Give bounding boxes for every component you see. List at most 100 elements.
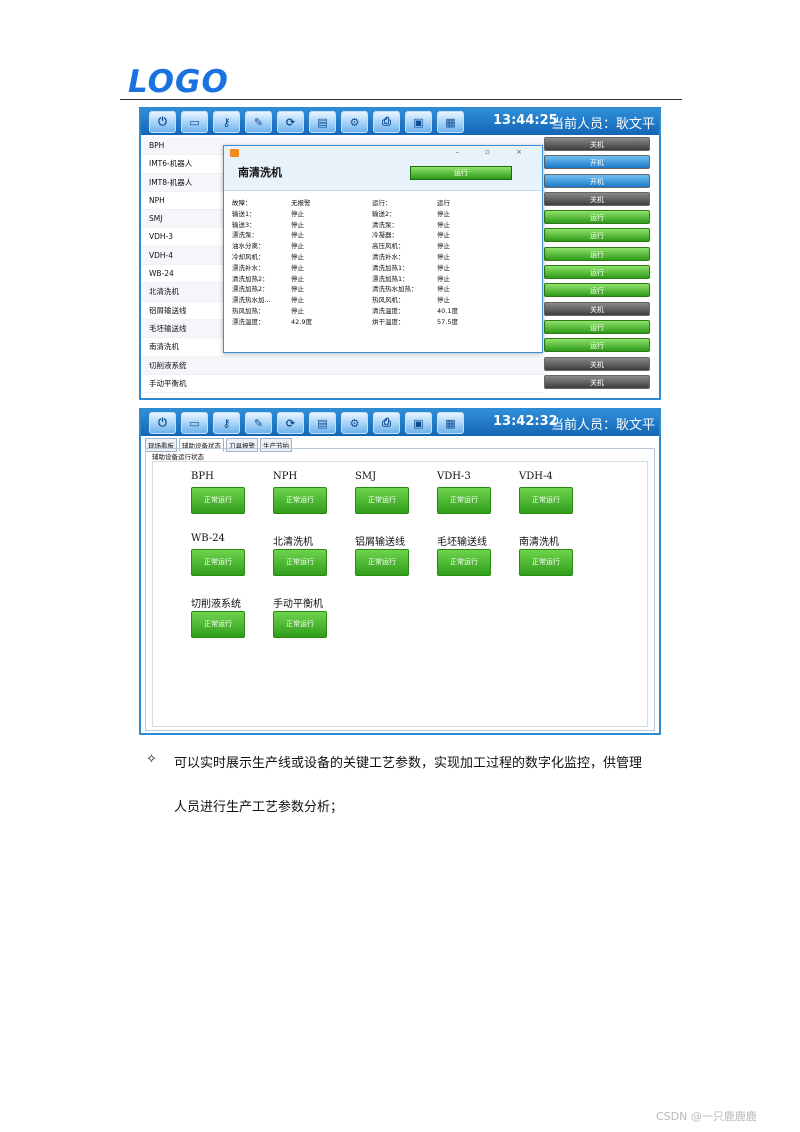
equipment-status-button[interactable]: 正常运行: [355, 549, 409, 576]
device-row[interactable]: 切削液系统: [141, 356, 545, 375]
equipment-card: VDH-3 正常运行: [437, 471, 517, 514]
parameter-row: 热风加热： 停止 清洗温度： 40.1度: [232, 306, 458, 315]
equipment-card: 铝屑输送线 正常运行: [355, 533, 435, 576]
run-button[interactable]: 运行: [410, 166, 512, 180]
screenshot-aux-equipment-status: ⏻ ▭ ⚷ ✎ ⟳ ▤ ⚙ ⎙ ▣ ▦ 13:42:32 当前人员：耿文平 现场…: [139, 408, 661, 735]
monitor-icon[interactable]: ▣: [405, 412, 432, 434]
dialog-title: 南清洗机: [238, 166, 282, 179]
pen-icon[interactable]: ✎: [245, 111, 272, 133]
device-status-button[interactable]: 运行: [544, 246, 650, 261]
parameter-row: 漂洗加热2： 停止 清洗热水加热： 停止: [232, 285, 450, 294]
minus-icon[interactable]: ▭: [181, 412, 208, 434]
device-status-button[interactable]: 运行: [544, 283, 650, 298]
refresh-icon[interactable]: ⟳: [277, 111, 304, 133]
equipment-card: BPH 正常运行: [191, 471, 271, 514]
document-page: LOGO ⏻ ▭ ⚷ ✎ ⟳ ▤ ⚙ ⎙ ▣ ▦ 13:44:25 当前人员：耿…: [0, 0, 800, 1132]
parameter-row: 冷却风机： 停止 清洗补水： 停止: [232, 252, 450, 261]
power-icon[interactable]: ⏻: [149, 111, 176, 133]
equipment-card: SMJ 正常运行: [355, 471, 435, 514]
equipment-status-button[interactable]: 正常运行: [273, 549, 327, 576]
equipment-card: 切削液系统 正常运行: [191, 595, 271, 638]
device-status-button[interactable]: 关机: [544, 374, 650, 389]
parameter-row: 输送3： 停止 清洗泵： 停止: [232, 220, 450, 229]
equipment-status-button[interactable]: 正常运行: [273, 611, 327, 638]
equipment-name: VDH-4: [519, 471, 553, 482]
pen-icon[interactable]: ✎: [245, 412, 272, 434]
device-status-button[interactable]: 关机: [544, 301, 650, 316]
equipment-status-button[interactable]: 正常运行: [191, 487, 245, 514]
parameter-grid: 故障： 无报警 运行： 运行 输送1： 停止 输送2： 停止 输送3： 停止 清洗泵： 停止 漂洗…: [232, 198, 536, 328]
panel-body: BPH 正常运行 NPH 正常运行 SMJ 正常运行 VDH-3 正常运行 VD…: [152, 461, 648, 727]
paragraph-line: 人员进行生产工艺参数分析；: [174, 800, 344, 815]
print-icon[interactable]: ⎙: [373, 111, 400, 133]
equipment-status-button[interactable]: 正常运行: [191, 549, 245, 576]
equipment-card: 南清洗机 正常运行: [519, 533, 599, 576]
dialog-header: – ▫ × 南清洗机 运行: [224, 146, 542, 191]
current-user: 当前人员：耿文平: [551, 117, 656, 132]
refresh-icon[interactable]: ⟳: [277, 412, 304, 434]
device-status-button[interactable]: 运行: [544, 319, 650, 334]
equipment-card: VDH-4 正常运行: [519, 471, 599, 514]
equipment-status-button[interactable]: 正常运行: [191, 611, 245, 638]
equipment-status-button[interactable]: 正常运行: [437, 487, 491, 514]
equipment-status-button[interactable]: 正常运行: [273, 487, 327, 514]
chart-icon[interactable]: ▤: [309, 412, 336, 434]
equipment-name: NPH: [273, 471, 298, 482]
equipment-name: 南清洗机: [519, 537, 559, 548]
tool-icon[interactable]: ⚙: [341, 412, 368, 434]
equipment-name: WB-24: [191, 533, 225, 544]
equipment-name: 手动平衡机: [273, 599, 323, 610]
device-status-button[interactable]: 关机: [544, 191, 650, 206]
equipment-status-button[interactable]: 正常运行: [519, 487, 573, 514]
equipment-status-button[interactable]: 正常运行: [519, 549, 573, 576]
print-icon[interactable]: ⎙: [373, 412, 400, 434]
clock-time: 13:42:32: [493, 414, 558, 429]
parameter-row: 输送1： 停止 输送2： 停止: [232, 209, 450, 218]
minus-icon[interactable]: ▭: [181, 111, 208, 133]
paragraph-line: 可以实时展示生产线或设备的关键工艺参数，实现加工过程的数字化监控，供管理: [174, 756, 643, 771]
device-status-button[interactable]: 开机: [544, 173, 650, 188]
device-status-button[interactable]: 关机: [544, 137, 650, 151]
parameter-row: 漂洗温度： 42.9度 烘干温度： 57.5度: [232, 317, 458, 326]
equipment-card: NPH 正常运行: [273, 471, 353, 514]
toolbar-icons: ⏻ ▭ ⚷ ✎ ⟳ ▤ ⚙ ⎙ ▣ ▦: [149, 111, 464, 133]
current-user: 当前人员：耿文平: [551, 418, 656, 433]
key-icon[interactable]: ⚷: [213, 111, 240, 133]
device-status-button[interactable]: 运行: [544, 228, 650, 243]
watermark: CSDN @一只鹿鹿鹿: [656, 1110, 757, 1123]
clock-time: 13:44:25: [493, 113, 558, 128]
device-status-button[interactable]: 关机: [544, 356, 650, 371]
status-panel: 辅助设备运行状态 BPH 正常运行 NPH 正常运行 SMJ 正常运行 VDH-…: [145, 448, 655, 731]
device-row[interactable]: 手动平衡机: [141, 375, 545, 394]
device-status-button[interactable]: 运行: [544, 210, 650, 225]
toolbar: ⏻ ▭ ⚷ ✎ ⟳ ▤ ⚙ ⎙ ▣ ▦ 13:44:25 当前人员：耿文平: [141, 109, 659, 135]
equipment-status-button[interactable]: 正常运行: [355, 487, 409, 514]
app-icon: [230, 149, 239, 157]
power-icon[interactable]: ⏻: [149, 412, 176, 434]
parameter-row: 漂洗补水： 停止 清洗加热1： 停止: [232, 263, 450, 272]
status-button-column: 关机 开机 开机 关机 运行 运行 运行 运行 运行 关机 运行 运行 关机 关…: [544, 137, 650, 393]
equipment-card: 毛坯输送线 正常运行: [437, 533, 517, 576]
equipment-card: 手动平衡机 正常运行: [273, 595, 353, 638]
bullet-icon: ✧: [146, 752, 157, 767]
toolbar-icons: ⏻ ▭ ⚷ ✎ ⟳ ▤ ⚙ ⎙ ▣ ▦: [149, 412, 464, 434]
equipment-name: BPH: [191, 471, 214, 482]
tool-icon[interactable]: ⚙: [341, 111, 368, 133]
parameter-row: 漂洗泵： 停止 冷凝器： 停止: [232, 231, 450, 240]
device-status-button[interactable]: 开机: [544, 155, 650, 170]
device-status-button[interactable]: 运行: [544, 265, 650, 280]
equipment-status-button[interactable]: 正常运行: [437, 549, 491, 576]
equipment-name: SMJ: [355, 471, 377, 482]
key-icon[interactable]: ⚷: [213, 412, 240, 434]
equipment-card: WB-24 正常运行: [191, 533, 271, 576]
report-icon[interactable]: ▦: [437, 111, 464, 133]
chart-icon[interactable]: ▤: [309, 111, 336, 133]
window-controls[interactable]: – ▫ ×: [455, 148, 534, 156]
device-status-button[interactable]: 运行: [544, 338, 650, 353]
parameter-row: 故障： 无报警 运行： 运行: [232, 199, 450, 207]
equipment-card: 北清洗机 正常运行: [273, 533, 353, 576]
parameter-row: 油水分离： 停止 高压风机： 停止: [232, 242, 450, 251]
equipment-name: 切削液系统: [191, 599, 241, 610]
report-icon[interactable]: ▦: [437, 412, 464, 434]
monitor-icon[interactable]: ▣: [405, 111, 432, 133]
